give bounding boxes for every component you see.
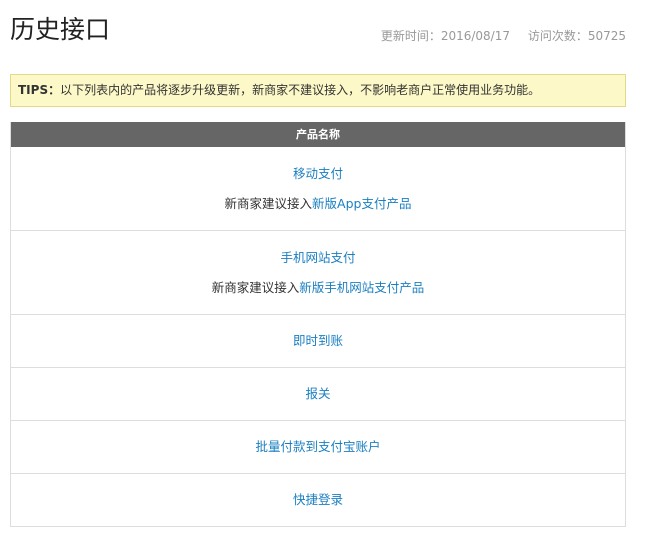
table-row: 移动支付 新商家建议接入新版App支付产品 <box>11 147 625 231</box>
product-link-customs[interactable]: 报关 <box>305 386 330 402</box>
update-time: 更新时间：2016/08/17 <box>380 29 510 43</box>
visit-count: 访问次数：50725 <box>527 29 626 43</box>
table-row: 快捷登录 <box>11 474 625 527</box>
table-header-product-name: 产品名称 <box>11 122 625 147</box>
product-link-batch-payment[interactable]: 批量付款到支付宝账户 <box>255 439 380 455</box>
new-app-pay-link[interactable]: 新版App支付产品 <box>312 196 411 211</box>
product-link-mobile-pay[interactable]: 移动支付 <box>293 166 343 182</box>
tips-banner: TIPS：以下列表内的产品将逐步升级更新，新商家不建议接入，不影响老商户正常使用… <box>10 74 626 107</box>
table-row: 批量付款到支付宝账户 <box>11 421 625 474</box>
table-row: 即时到账 <box>11 315 625 368</box>
row-note: 新商家建议接入新版手机网站支付产品 <box>212 280 425 296</box>
page-meta: 更新时间：2016/08/17 访问次数：50725 <box>381 28 626 44</box>
row-note: 新商家建议接入新版App支付产品 <box>225 196 412 212</box>
page: 历史接口 更新时间：2016/08/17 访问次数：50725 TIPS：以下列… <box>0 0 650 548</box>
product-link-instant-transfer[interactable]: 即时到账 <box>293 333 343 349</box>
row-note-text: 新商家建议接入 <box>211 279 300 295</box>
tips-label: TIPS： <box>18 83 61 97</box>
tips-text: 以下列表内的产品将逐步升级更新，新商家不建议接入，不影响老商户正常使用业务功能。 <box>60 83 541 97</box>
product-link-wap-pay[interactable]: 手机网站支付 <box>280 250 355 266</box>
product-link-quick-login[interactable]: 快捷登录 <box>293 492 343 508</box>
new-wap-pay-link[interactable]: 新版手机网站支付产品 <box>299 280 424 295</box>
page-title: 历史接口 <box>10 15 111 44</box>
table-row: 报关 <box>11 368 625 421</box>
product-table: 产品名称 移动支付 新商家建议接入新版App支付产品 手机网站支付 新商家建议接… <box>10 122 626 527</box>
row-note-text: 新商家建议接入 <box>224 195 313 211</box>
table-row: 手机网站支付 新商家建议接入新版手机网站支付产品 <box>11 231 625 315</box>
page-header: 历史接口 更新时间：2016/08/17 访问次数：50725 <box>10 14 626 48</box>
